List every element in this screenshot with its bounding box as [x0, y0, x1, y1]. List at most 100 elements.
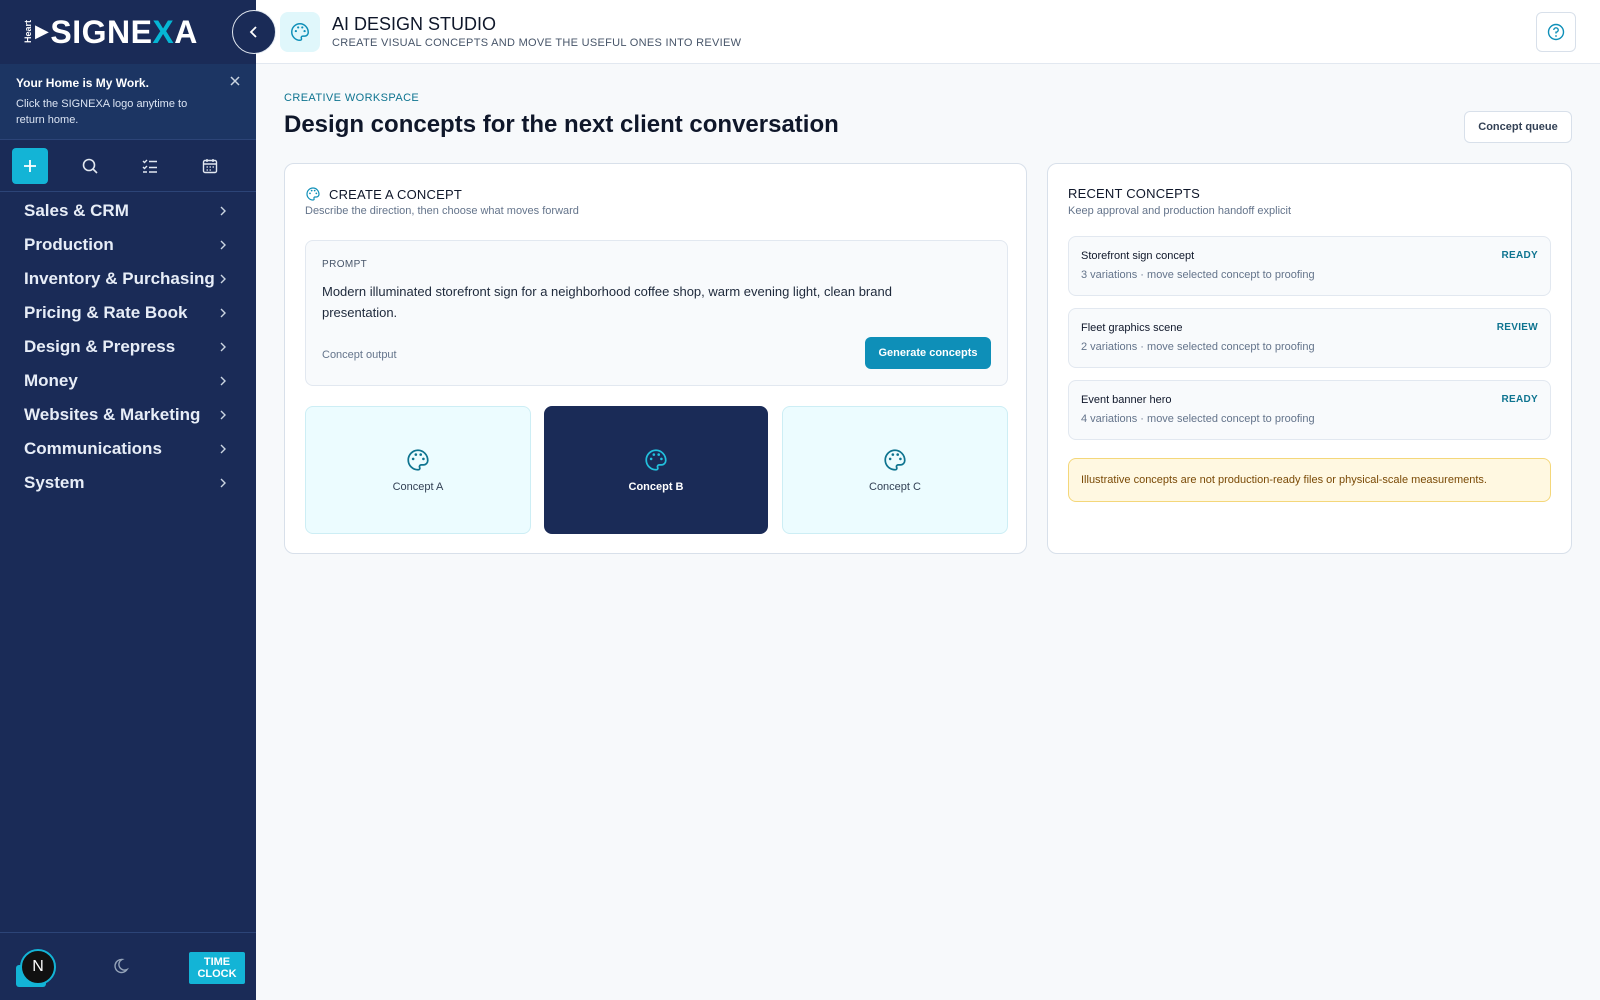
- concept-card-c[interactable]: Concept C: [782, 406, 1008, 534]
- app-subtitle: CREATE VISUAL CONCEPTS AND MOVE THE USEF…: [332, 37, 742, 49]
- recent-card-title: RECENT CONCEPTS: [1068, 186, 1201, 201]
- sidebar-nav: Sales & CRM Production Inventory & Purch…: [0, 194, 256, 500]
- status-badge: READY: [1501, 250, 1538, 261]
- calendar-button[interactable]: [192, 148, 228, 184]
- sidebar-item-label: Design & Prepress: [24, 337, 176, 356]
- create-card-title: CREATE A CONCEPT: [329, 186, 462, 202]
- app-icon: [280, 12, 320, 52]
- brand-name-x: X: [152, 13, 175, 50]
- status-badge: READY: [1501, 394, 1538, 405]
- help-button[interactable]: [1536, 12, 1576, 52]
- help-icon: [1547, 23, 1565, 41]
- status-badge: REVIEW: [1496, 322, 1538, 333]
- app-title: AI DESIGN STUDIO: [332, 14, 497, 34]
- palette-icon: [306, 187, 320, 201]
- prompt-box[interactable]: PROMPT Modern illuminated storefront sig…: [305, 240, 1008, 386]
- concept-meta: 3 variations · move selected concept to …: [1081, 269, 1315, 281]
- concept-label: Concept B: [628, 481, 684, 493]
- search-button[interactable]: [72, 148, 108, 184]
- palette-icon: [291, 23, 309, 41]
- top-bar: AI DESIGN STUDIO CREATE VISUAL CONCEPTS …: [256, 0, 1600, 64]
- collapse-sidebar-button[interactable]: [232, 10, 276, 54]
- concept-meta: 2 variations · move selected concept to …: [1081, 341, 1315, 353]
- brand-logo[interactable]: Heart ▶SIGNEXA: [0, 0, 256, 64]
- recent-card-header: RECENT CONCEPTS: [1068, 186, 1200, 201]
- quick-tools: [0, 140, 256, 192]
- list-item[interactable]: Storefront sign concept 3 variations · m…: [1068, 236, 1551, 296]
- concept-name: Fleet graphics scene: [1081, 322, 1183, 334]
- brand-name-part: SIGNE: [50, 13, 153, 50]
- notice-body: Click the SIGNEXA logo anytime to return…: [16, 98, 188, 126]
- chevron-right-icon: [220, 342, 226, 352]
- play-icon: ▶: [35, 20, 50, 41]
- chevron-left-icon: [249, 26, 257, 38]
- sidebar-item-pricing[interactable]: Pricing & Rate Book: [0, 296, 256, 330]
- list-item[interactable]: Event banner hero 4 variations · move se…: [1068, 380, 1551, 440]
- palette-icon: [645, 449, 667, 471]
- home-notice: Your Home is My Work. Click the SIGNEXA …: [0, 64, 256, 140]
- tasks-button[interactable]: [132, 148, 168, 184]
- list-item[interactable]: Fleet graphics scene 2 variations · move…: [1068, 308, 1551, 368]
- sidebar-item-label: Pricing & Rate Book: [24, 303, 188, 322]
- create-concept-card: CREATE A CONCEPT Describe the direction,…: [284, 163, 1027, 554]
- section-eyebrow: CREATIVE WORKSPACE: [284, 92, 420, 104]
- concept-card-b[interactable]: Concept B: [544, 406, 768, 534]
- plus-icon: [24, 159, 36, 172]
- sidebar-item-production[interactable]: Production: [0, 228, 256, 262]
- sidebar-item-label: System: [24, 473, 85, 492]
- disclaimer-notice: Illustrative concepts are not production…: [1068, 458, 1551, 502]
- brand-mini: Heart: [23, 20, 33, 44]
- chevron-right-icon: [220, 444, 226, 454]
- search-icon: [82, 158, 98, 174]
- notice-title: Your Home is My Work.: [16, 76, 149, 90]
- chevron-right-icon: [220, 478, 226, 488]
- concept-label: Concept A: [392, 481, 444, 493]
- concept-label: Concept C: [869, 481, 921, 493]
- prompt-input[interactable]: Modern illuminated storefront sign for a…: [322, 281, 962, 323]
- sidebar-item-label: Money: [24, 371, 78, 390]
- generate-concepts-button[interactable]: Generate concepts: [865, 337, 991, 369]
- chevron-right-icon: [220, 274, 226, 284]
- recent-concepts-card: RECENT CONCEPTS Keep approval and produc…: [1047, 163, 1572, 554]
- sidebar-item-websites[interactable]: Websites & Marketing: [0, 398, 256, 432]
- chevron-right-icon: [220, 308, 226, 318]
- concept-queue-button[interactable]: Concept queue: [1464, 111, 1572, 143]
- chevron-right-icon: [220, 240, 226, 250]
- add-button[interactable]: [12, 147, 48, 184]
- page-title: Design concepts for the next client conv…: [284, 111, 839, 138]
- close-icon[interactable]: [228, 74, 242, 88]
- user-avatar-button[interactable]: N: [16, 948, 56, 987]
- sidebar-item-inventory[interactable]: Inventory & Purchasing: [0, 262, 256, 296]
- concept-meta: 4 variations · move selected concept to …: [1081, 413, 1315, 425]
- sidebar-item-system[interactable]: System: [0, 466, 256, 500]
- recent-card-description: Keep approval and production handoff exp…: [1068, 205, 1292, 217]
- sidebar-item-label: Websites & Marketing: [24, 405, 201, 424]
- concept-card-a[interactable]: Concept A: [305, 406, 531, 534]
- brand-name-end: A: [174, 13, 198, 50]
- avatar: N: [20, 948, 56, 985]
- concept-name: Event banner hero: [1081, 394, 1172, 406]
- chevron-right-icon: [220, 206, 226, 216]
- sidebar-item-communications[interactable]: Communications: [0, 432, 256, 466]
- chevron-right-icon: [220, 376, 226, 386]
- concept-output-label: Concept output: [322, 349, 397, 361]
- sidebar: Heart ▶SIGNEXA Your Home is My Work. Cli…: [0, 0, 256, 1000]
- palette-icon: [884, 449, 906, 471]
- sidebar-item-money[interactable]: Money: [0, 364, 256, 398]
- sidebar-item-sales-crm[interactable]: Sales & CRM: [0, 194, 256, 228]
- moon-icon[interactable]: [113, 956, 133, 976]
- palette-icon: [407, 449, 429, 471]
- sidebar-item-label: Sales & CRM: [24, 201, 129, 220]
- sidebar-item-label: Inventory & Purchasing: [24, 269, 215, 288]
- chevron-right-icon: [220, 410, 226, 420]
- calendar-icon: [202, 158, 218, 173]
- sidebar-item-design[interactable]: Design & Prepress: [0, 330, 256, 364]
- brand-name: ▶SIGNEXA: [35, 14, 198, 51]
- time-clock-button[interactable]: TIME CLOCK: [189, 952, 245, 984]
- sidebar-item-label: Communications: [24, 439, 162, 458]
- concept-options: Concept A Concept B Concept C: [305, 406, 1008, 534]
- sidebar-item-label: Production: [24, 235, 114, 254]
- concept-name: Storefront sign concept: [1081, 250, 1195, 262]
- checklist-icon: [142, 159, 157, 173]
- create-card-header: CREATE A CONCEPT: [305, 186, 462, 202]
